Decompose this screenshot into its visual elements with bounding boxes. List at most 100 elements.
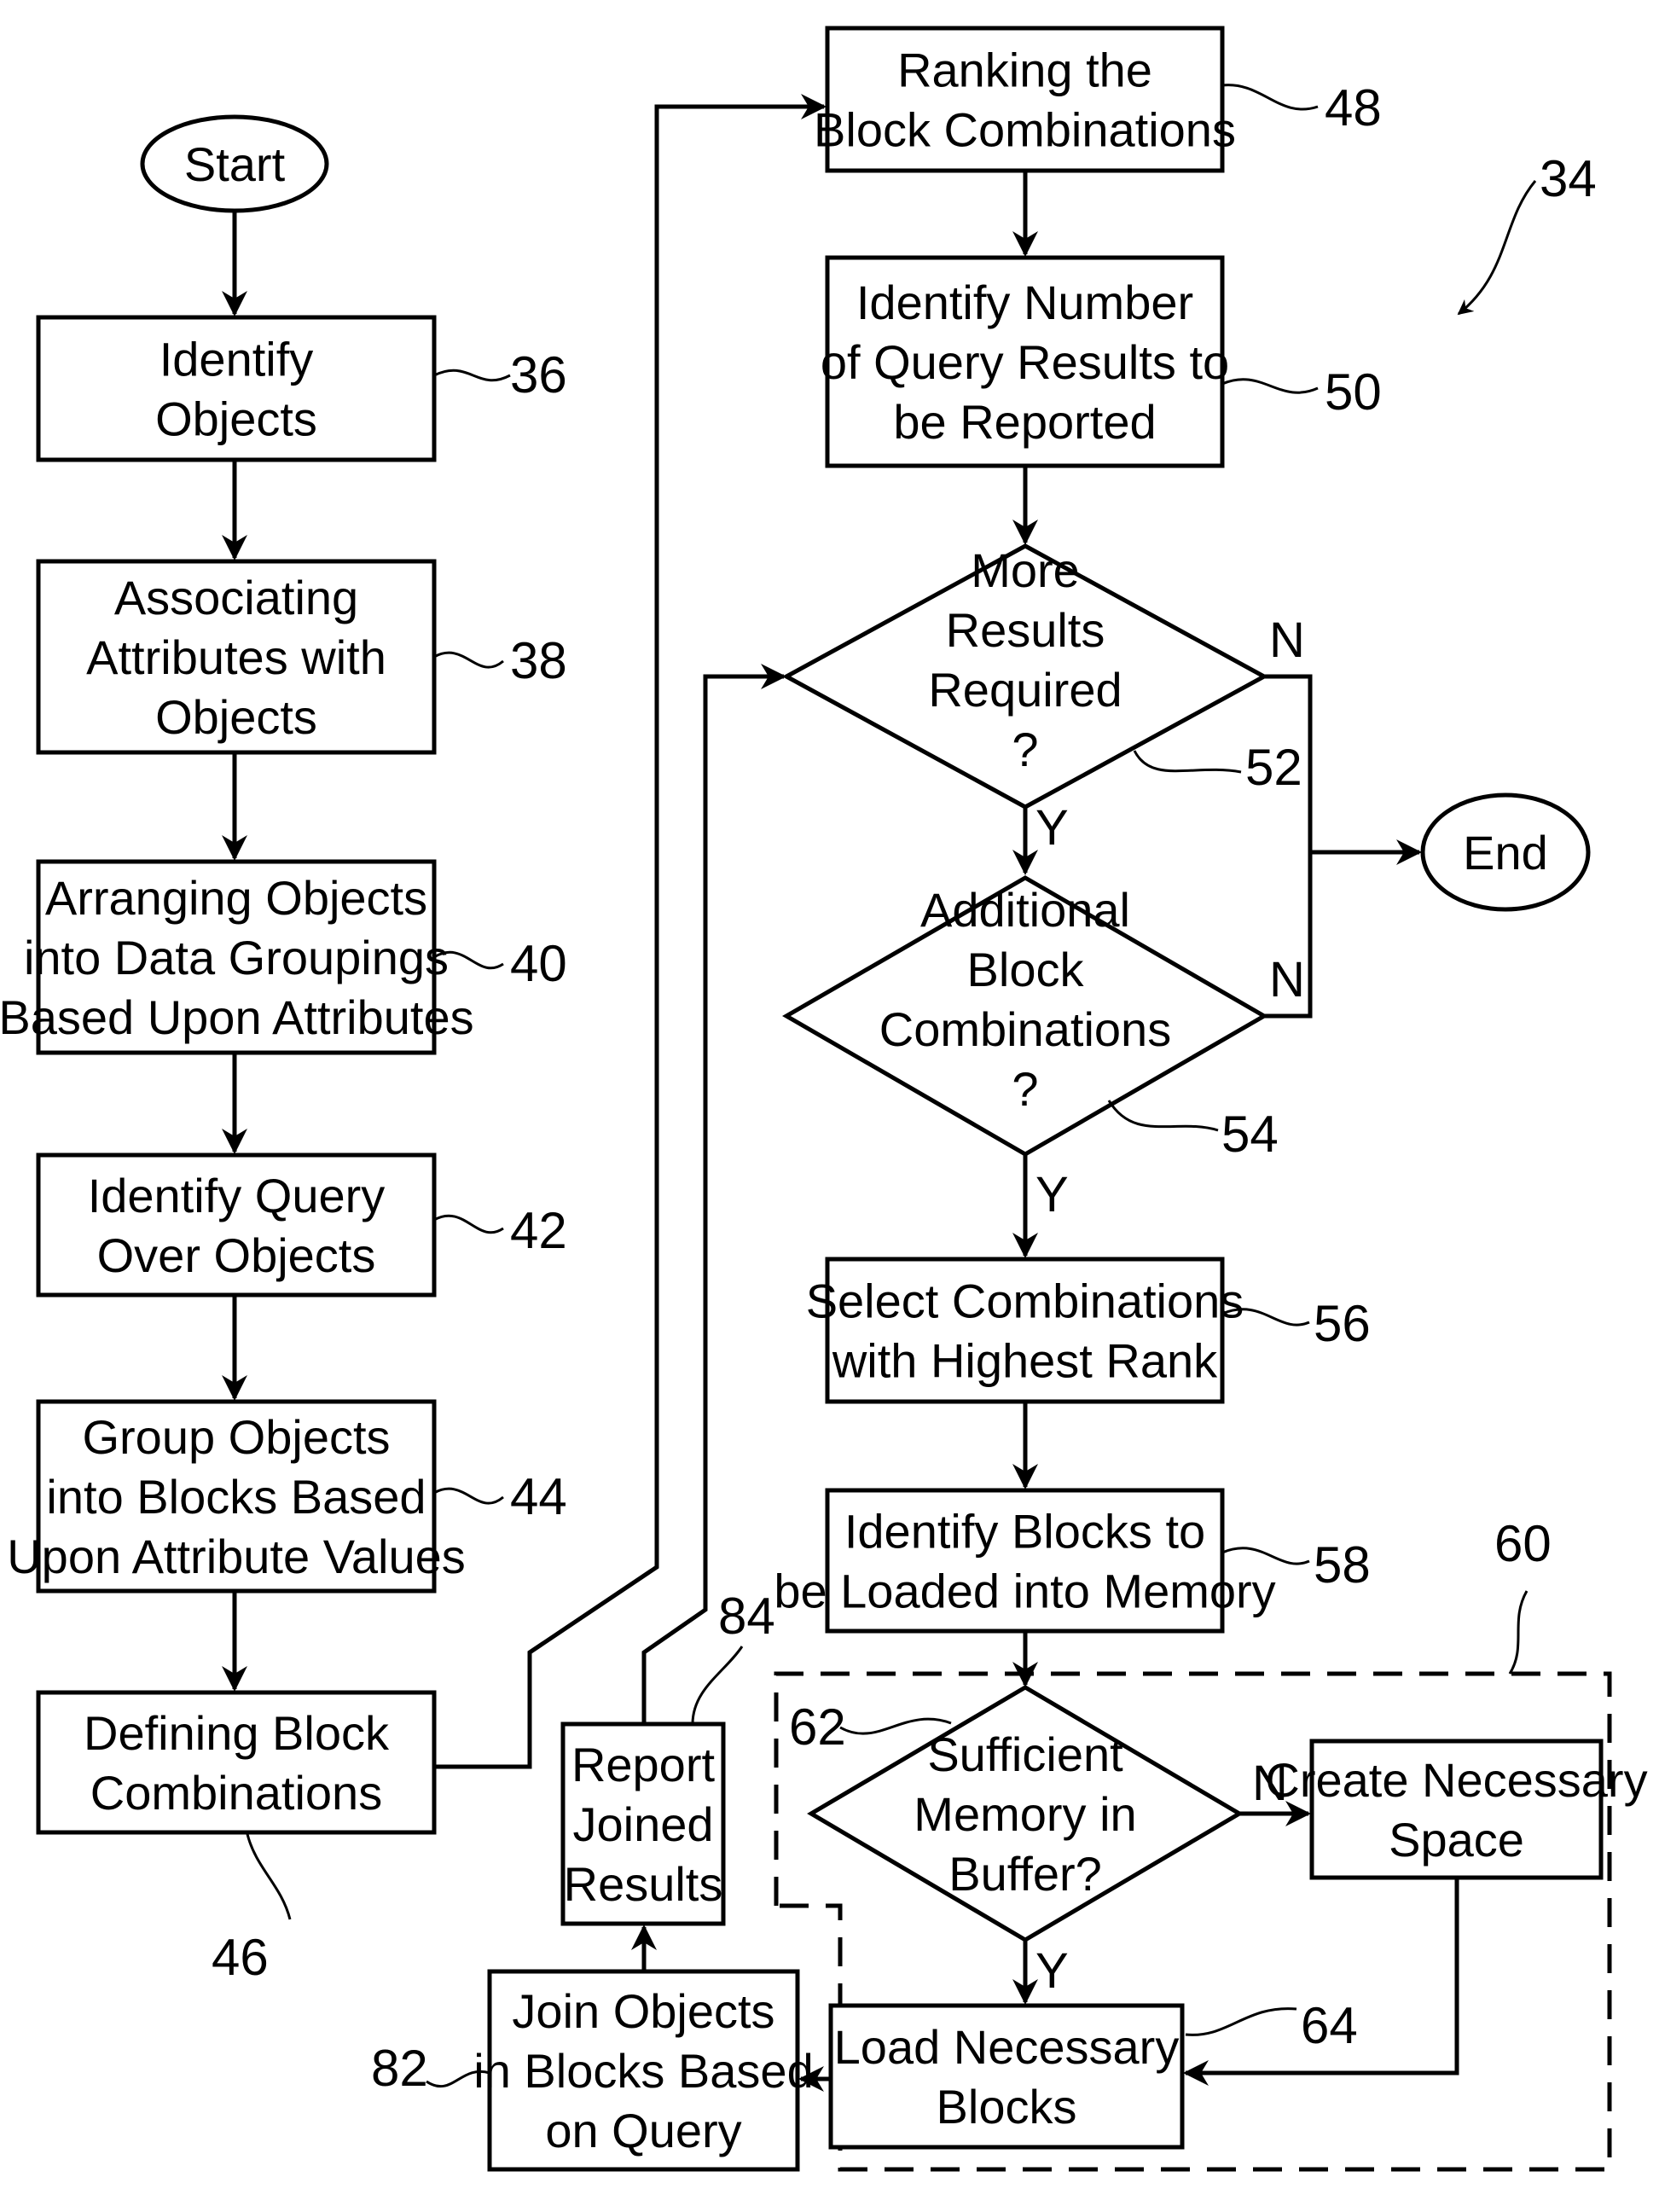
decision-52-line: Results (946, 603, 1105, 657)
decision-54-line: Block (967, 943, 1085, 996)
ref-36-label: 36 (510, 346, 567, 404)
arrow-46-48 (434, 94, 827, 1769)
end-terminal: End (1420, 792, 1591, 912)
ref-40-label: 40 (510, 935, 567, 992)
ref-48-leader (1221, 84, 1319, 111)
decision-52-line: Required (928, 663, 1122, 717)
figure-ref-34: 34 (1540, 150, 1597, 207)
ref-82-label: 82 (371, 2040, 428, 2097)
step-56-line: with Highest Rank (832, 1334, 1218, 1388)
decision-52-line: ? (1012, 723, 1038, 776)
ref-46-leader (246, 1833, 292, 1920)
step-42-line: Identify Query (88, 1169, 386, 1222)
yes-label-62: Y (1035, 1943, 1069, 1999)
ref-group-leader (1508, 1590, 1528, 1675)
step-82-line: in Blocks Based (473, 2044, 813, 2098)
ref-46-label: 46 (212, 1929, 269, 1986)
ref-38-label: 38 (510, 632, 567, 689)
ref-54-leader (1107, 1100, 1219, 1132)
ref-58-leader (1221, 1547, 1310, 1565)
ref-42-leader (433, 1214, 504, 1234)
step-40-line: into Data Groupings (24, 931, 449, 984)
step-36-line: Objects (155, 392, 317, 446)
ref-64-label: 64 (1301, 1997, 1358, 2054)
yes-label-52: Y (1035, 800, 1069, 856)
step-64-line: Blocks (937, 2080, 1077, 2134)
no-label-54: N (1269, 952, 1305, 1007)
step-50-line: be Reported (893, 395, 1156, 449)
ref-84-label: 84 (718, 1588, 775, 1645)
process-step-create: Create Necessary Space (1265, 1739, 1648, 1880)
step-38-line: Associating (114, 571, 358, 624)
process-step-82: Join Objects in Blocks Based on Query (473, 1969, 814, 2172)
process-step-50: Identify Number of Query Results to be Rep… (821, 255, 1229, 468)
decision-62: Sufficient Memory in Buffer? (807, 1685, 1244, 1942)
step-50-line: Identify Number (856, 276, 1193, 329)
process-step-56: Select Combinations with Highest Rank (806, 1257, 1244, 1404)
step-48-line: Ranking the (897, 44, 1152, 97)
process-step-48: Ranking the Block Combinations (814, 26, 1236, 173)
start-label: Start (184, 137, 286, 191)
step-40-line: Arranging Objects (45, 871, 427, 925)
step-84-line: Report (571, 1738, 716, 1791)
step-56-line: Select Combinations (806, 1274, 1244, 1328)
step-create-line: Space (1389, 1813, 1524, 1867)
process-step-64: Load Necessary Blocks (828, 2003, 1185, 2150)
ref-64-leader (1185, 2007, 1297, 2036)
ref-44-label: 44 (510, 1468, 567, 1525)
ref-84-leader (691, 1646, 744, 1725)
process-step-40: Arranging Objects into Data Groupings Base… (0, 859, 474, 1055)
step-48-line: Block Combinations (814, 103, 1236, 157)
step-64-line: Load Necessary (834, 2020, 1180, 2074)
ref-42-label: 42 (510, 1202, 567, 1259)
process-step-38: Associating Attributes with Objects (36, 559, 437, 755)
ref-group-label: 60 (1494, 1515, 1552, 1572)
step-58-line: be Loaded into Memory (774, 1565, 1275, 1618)
ref-36-leader (433, 369, 511, 382)
no-label-62: N (1252, 1756, 1288, 1811)
step-36-line: Identify (160, 333, 314, 386)
yes-label-54: Y (1035, 1167, 1069, 1222)
no-label-52: N (1269, 613, 1305, 668)
step-82-line: Join Objects (512, 1984, 774, 2038)
decision-54-line: ? (1012, 1062, 1038, 1116)
step-46-line: Defining Block (84, 1706, 390, 1760)
step-58-line: Identify Blocks to (844, 1505, 1205, 1559)
process-step-42: Identify Query Over Objects (36, 1152, 437, 1298)
step-42-line: Over Objects (97, 1228, 376, 1282)
process-step-44: Group Objects into Blocks Based Upon Attri… (7, 1399, 466, 1594)
step-44-line: Group Objects (82, 1410, 390, 1464)
process-step-46: Defining Block Combinations (36, 1690, 437, 1835)
decision-62-line: Buffer? (948, 1847, 1102, 1901)
process-step-36: Identify Objects (36, 315, 437, 462)
step-38-line: Objects (155, 690, 317, 744)
decision-52-line: More (971, 543, 1080, 597)
figure-ref-34-arrow (1457, 180, 1537, 316)
arrow-84-52 (641, 664, 786, 1724)
ref-48-label: 48 (1325, 79, 1382, 136)
step-84-line: Joined (572, 1797, 713, 1851)
ref-54-label: 54 (1221, 1106, 1279, 1163)
ref-44-leader (433, 1487, 504, 1505)
step-44-line: into Blocks Based (46, 1470, 426, 1524)
step-38-line: Attributes with (86, 630, 386, 684)
ref-58-label: 58 (1314, 1536, 1371, 1594)
start-terminal: Start (140, 114, 329, 213)
ref-50-label: 50 (1325, 363, 1382, 421)
decision-52: More Results Required? (781, 543, 1269, 810)
step-82-line: on Query (545, 2104, 741, 2157)
step-84-line: Results (564, 1857, 723, 1911)
decision-54-line: Combinations (879, 1002, 1171, 1056)
decision-54-line: Additional (920, 883, 1130, 937)
step-44-line: Upon Attribute Values (7, 1530, 466, 1583)
flowchart: Start End Identify Objects Associating Attr… (0, 26, 1648, 2172)
step-40-line: Based Upon Attributes (0, 990, 474, 1044)
end-label: End (1463, 826, 1548, 880)
decision-62-line: Sufficient (927, 1727, 1123, 1781)
decision-54: Additional Block Combinations? (782, 875, 1268, 1157)
ref-52-label: 52 (1245, 739, 1302, 796)
decision-62-line: Memory in (914, 1787, 1136, 1841)
step-46-line: Combinations (90, 1766, 382, 1820)
ref-62-label: 62 (789, 1698, 846, 1756)
step-50-line: of Query Results to (821, 335, 1229, 389)
